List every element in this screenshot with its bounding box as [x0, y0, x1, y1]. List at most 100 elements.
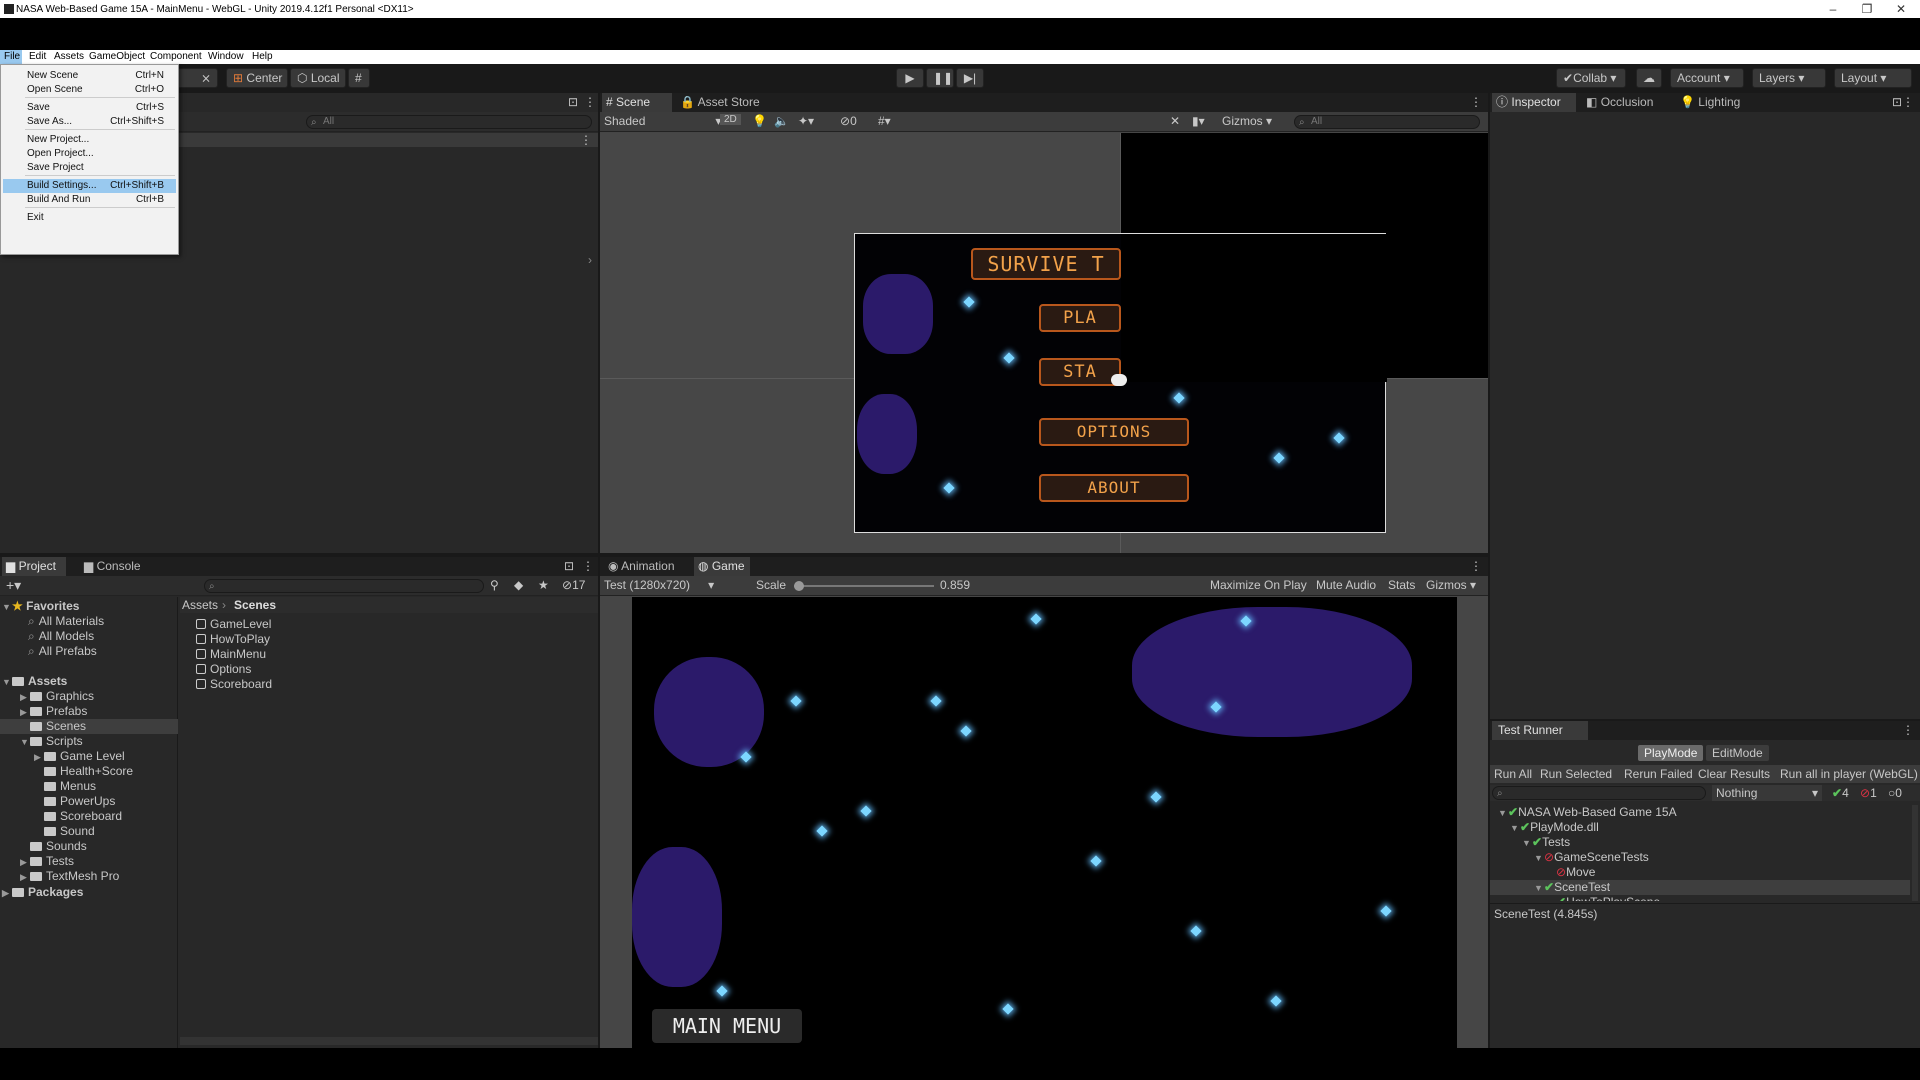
filter-type-icon[interactable]: ⚲	[490, 578, 499, 592]
expand-arrow-icon[interactable]: ▼	[1510, 821, 1520, 836]
tab-asset-store[interactable]: 🔒 Asset Store	[676, 93, 766, 112]
run-selected-button[interactable]: Run Selected	[1540, 766, 1612, 782]
effects-dropdown[interactable]: ✦▾	[798, 114, 814, 128]
zoom-slider[interactable]	[180, 1037, 598, 1045]
file-menu-item-new-project[interactable]: New Project...	[3, 133, 176, 147]
tab-project[interactable]: ▆ Project	[2, 557, 66, 576]
folder-tree-item[interactable]: Scoreboard	[34, 809, 122, 824]
grid-dropdown[interactable]: #▾	[878, 114, 891, 128]
camera-dropdown[interactable]: ▮▾	[1192, 114, 1205, 128]
tools-icon[interactable]: ✕	[1170, 114, 1180, 128]
stats-toggle[interactable]: Stats	[1388, 578, 1415, 592]
tab-console[interactable]: ▆ Console	[80, 557, 150, 576]
kebab-icon[interactable]: ⋮	[584, 95, 596, 109]
file-menu-item-save[interactable]: Save Ctrl+S	[3, 101, 176, 115]
folder-tree-item[interactable]: ▶ Prefabs	[20, 704, 87, 719]
folder-tree-item[interactable]: Sound	[34, 824, 95, 839]
hierarchy-search-input[interactable]: ⌕ All	[306, 115, 592, 129]
file-menu-item-save-as[interactable]: Save As... Ctrl+Shift+S	[3, 115, 176, 129]
pivot-toggle[interactable]: ⊞ Center	[226, 68, 288, 88]
folder-tree-item[interactable]: ▶ TextMesh Pro	[20, 869, 119, 884]
file-menu-item-exit[interactable]: Exit	[3, 211, 176, 225]
minimize-button[interactable]: –	[1816, 0, 1850, 18]
play-button[interactable]: ▶	[896, 68, 924, 88]
favorite-item[interactable]: ⌕ All Materials	[28, 614, 104, 629]
menu-component[interactable]: Component	[150, 51, 202, 62]
scene-file-item[interactable]: Options	[196, 662, 251, 677]
close-button[interactable]: ✕	[1884, 0, 1918, 18]
file-menu-item-build-and-run[interactable]: Build And Run Ctrl+B	[3, 193, 176, 207]
audio-toggle[interactable]: 🔈	[774, 114, 789, 128]
kebab-icon[interactable]: ⋮	[1470, 559, 1482, 573]
skipped-count-toggle[interactable]: ○0	[1888, 785, 1902, 801]
folder-tree-item[interactable]: PowerUps	[34, 794, 115, 809]
collab-dropdown[interactable]: ✔Collab ▾	[1556, 68, 1626, 88]
assets-header[interactable]: ▼ Assets	[2, 674, 67, 689]
gizmos-dropdown[interactable]: Gizmos ▾	[1222, 114, 1272, 128]
filter-label-icon[interactable]: ◆	[514, 578, 523, 592]
test-tree-item[interactable]: ▼✔NASA Web-Based Game 15A	[1490, 805, 1910, 820]
expand-arrow-icon[interactable]: ▼	[1534, 851, 1544, 866]
expand-arrow-icon[interactable]: ▶	[20, 870, 30, 885]
editmode-tab[interactable]: EditMode	[1706, 745, 1769, 761]
folder-tree-item[interactable]: ▶ Game Level	[34, 749, 125, 764]
expand-arrow-icon[interactable]: ▼	[20, 735, 30, 750]
step-button[interactable]: ▶|	[956, 68, 984, 88]
expand-arrow-icon[interactable]: ▶	[20, 855, 30, 870]
passed-count-toggle[interactable]: ✔4	[1832, 785, 1849, 801]
scene-canvas[interactable]: SURVIVE T PLA STA OPTIONS ABOUT	[600, 133, 1488, 553]
kebab-icon[interactable]: ⋮	[1902, 95, 1914, 109]
folder-tree-item[interactable]: ▼ Scripts	[20, 734, 83, 749]
mute-audio-toggle[interactable]: Mute Audio	[1316, 578, 1376, 592]
clear-results-button[interactable]: Clear Results	[1698, 766, 1770, 782]
favorite-star-icon[interactable]: ★	[538, 578, 549, 592]
favorites-header[interactable]: ▼★ Favorites	[2, 599, 79, 614]
account-dropdown[interactable]: Account ▾	[1670, 68, 1744, 88]
scene-file-item[interactable]: GameLevel	[196, 617, 271, 632]
test-tree-item[interactable]: ▼✔SceneTest	[1490, 880, 1910, 895]
scene-file-item[interactable]: Scoreboard	[196, 677, 272, 692]
playmode-tab[interactable]: PlayMode	[1638, 745, 1704, 761]
tab-scene[interactable]: # Scene	[602, 93, 672, 112]
space-toggle[interactable]: ⬡ Local	[290, 68, 346, 88]
favorite-item[interactable]: ⌕ All Prefabs	[28, 644, 97, 659]
lock-icon[interactable]: ⊡	[568, 95, 578, 109]
resolution-dropdown[interactable]: Test (1280x720) ▾	[604, 578, 714, 592]
file-menu-item-new-scene[interactable]: New Scene Ctrl+N	[3, 69, 176, 83]
menu-help[interactable]: Help	[252, 51, 273, 62]
breadcrumb-assets[interactable]: Assets	[182, 598, 218, 612]
expand-arrow-icon[interactable]: ▼	[1534, 881, 1544, 896]
favorite-item[interactable]: ⌕ All Models	[28, 629, 94, 644]
game-gizmos-dropdown[interactable]: Gizmos ▾	[1426, 578, 1476, 592]
test-tree-item[interactable]: ▼⊘GameSceneTests	[1490, 850, 1910, 865]
expand-arrow-icon[interactable]: ▼	[1498, 806, 1508, 821]
test-search-input[interactable]: ⌕	[1492, 786, 1706, 800]
mode-2d-toggle[interactable]: 2D	[720, 114, 741, 125]
test-tree-item[interactable]: ▼✔PlayMode.dll	[1490, 820, 1910, 835]
kebab-icon[interactable]: ⋮	[582, 559, 594, 573]
expand-arrow-icon[interactable]: ▶	[20, 690, 30, 705]
test-tree-item[interactable]: ✔HowToPlayScene	[1490, 895, 1910, 901]
tab-inspector[interactable]: ⓘ Inspector	[1492, 93, 1576, 112]
folder-tree-item[interactable]: Health+Score	[34, 764, 133, 779]
scene-file-item[interactable]: HowToPlay	[196, 632, 270, 647]
restore-button[interactable]: ❐	[1850, 0, 1884, 18]
folder-tree-item[interactable]: ▶ Graphics	[20, 689, 94, 704]
failed-count-toggle[interactable]: ⊘1	[1860, 785, 1877, 801]
scene-file-item[interactable]: MainMenu	[196, 647, 266, 662]
folder-tree-item[interactable]: Scenes	[0, 719, 178, 734]
category-filter-dropdown[interactable]: Nothing ▾	[1712, 785, 1822, 801]
kebab-icon[interactable]: ⋮	[1470, 95, 1482, 109]
kebab-icon[interactable]: ⋮	[580, 133, 592, 147]
tab-lighting[interactable]: 💡 Lighting	[1676, 93, 1756, 112]
menu-window[interactable]: Window	[208, 51, 244, 62]
kebab-icon[interactable]: ⋮	[1902, 723, 1914, 737]
tab-occlusion[interactable]: ◧ Occlusion	[1582, 93, 1672, 112]
file-menu-item-open-scene[interactable]: Open Scene Ctrl+O	[3, 83, 176, 97]
packages-header[interactable]: ▶ Packages	[2, 885, 83, 900]
game-canvas[interactable]: MAIN MENU	[632, 597, 1457, 1048]
maximize-on-play-toggle[interactable]: Maximize On Play	[1210, 578, 1307, 592]
file-menu-item-open-project[interactable]: Open Project...	[3, 147, 176, 161]
expand-arrow-icon[interactable]: ▶	[20, 705, 30, 720]
cloud-button[interactable]: ☁	[1636, 68, 1662, 88]
